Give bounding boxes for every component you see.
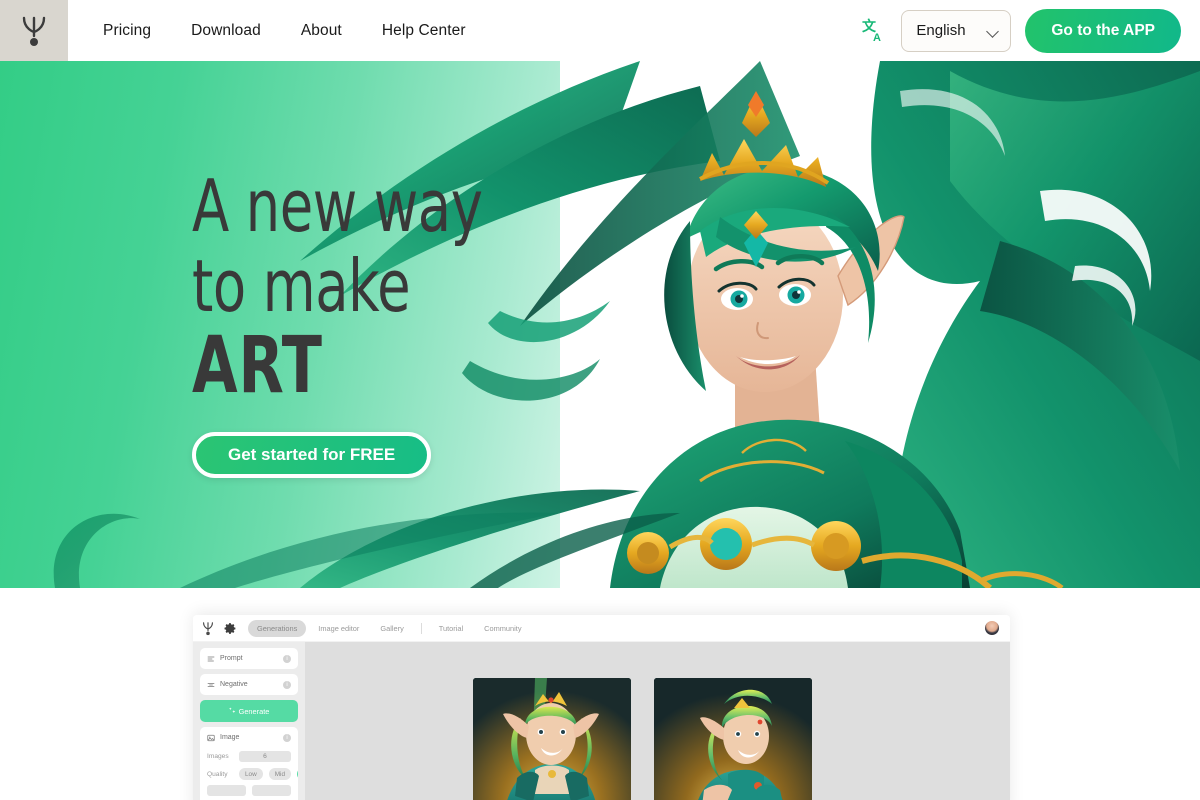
quality-option-mid[interactable]: Mid xyxy=(268,768,292,780)
tab-gallery[interactable]: Gallery xyxy=(371,620,412,637)
prompt-info-icon[interactable]: i xyxy=(283,654,291,663)
app-topbar: Generations Image editor Gallery Tutoria… xyxy=(193,615,1010,642)
header-actions: 文 A English Go to the APP xyxy=(861,8,1200,53)
image-settings-card: Image i Images 6 Quality Low Mid High xyxy=(200,727,298,800)
tab-divider xyxy=(420,622,422,634)
gear-icon[interactable] xyxy=(224,622,237,635)
get-started-button[interactable]: Get started for FREE xyxy=(192,432,432,478)
generated-image-2[interactable] xyxy=(654,678,812,800)
app-tabs: Generations Image editor Gallery Tutoria… xyxy=(248,619,531,637)
images-count-input[interactable]: 6 xyxy=(239,751,291,762)
hero-headline-line2: to make xyxy=(192,244,411,328)
generate-label: Generate xyxy=(238,706,270,716)
translate-icon[interactable]: 文 A xyxy=(861,18,887,44)
setting-placeholder-2[interactable] xyxy=(252,785,291,796)
image-panel-header[interactable]: Image i xyxy=(200,727,298,748)
images-count-row: Images 6 xyxy=(200,748,298,765)
hero-headline-line1: A new way xyxy=(192,164,483,248)
hero-section: A new way to make ART Get started for FR… xyxy=(0,61,1200,588)
site-header: Pricing Download About Help Center 文 A E… xyxy=(0,0,1200,61)
chevron-down-icon xyxy=(988,27,999,34)
hero-headline-line3: ART xyxy=(192,321,323,411)
magic-wand-icon xyxy=(228,706,236,716)
tab-community[interactable]: Community xyxy=(475,620,530,637)
negative-panel[interactable]: Negative i xyxy=(200,674,298,695)
app-trident-logo-icon[interactable] xyxy=(202,621,215,636)
app-body: Prompt i Negative i Generate Image i Ima… xyxy=(193,642,1010,800)
setting-placeholder-1[interactable] xyxy=(207,785,246,796)
negative-info-icon[interactable]: i xyxy=(283,680,291,689)
generated-image-1[interactable] xyxy=(473,678,631,800)
quality-label: Quality xyxy=(207,770,228,778)
avatar[interactable] xyxy=(984,620,1000,636)
tab-generations[interactable]: Generations xyxy=(248,619,307,637)
language-select-value: English xyxy=(916,22,966,39)
app-canvas xyxy=(305,642,1010,800)
hero-cta-wrapper: Get started for FREE xyxy=(192,432,432,478)
go-to-app-button[interactable]: Go to the APP xyxy=(1025,8,1181,53)
nav-item-help-center[interactable]: Help Center xyxy=(362,14,486,48)
main-nav: Pricing Download About Help Center xyxy=(83,14,486,48)
additional-settings-row xyxy=(200,783,298,796)
tab-tutorial[interactable]: Tutorial xyxy=(430,620,472,637)
svg-text:A: A xyxy=(873,32,881,43)
prompt-label: Prompt xyxy=(220,655,243,662)
app-sidebar: Prompt i Negative i Generate Image i Ima… xyxy=(193,642,305,800)
app-window: Generations Image editor Gallery Tutoria… xyxy=(193,615,1010,800)
prompt-panel[interactable]: Prompt i xyxy=(200,648,298,669)
logo-button[interactable] xyxy=(0,0,68,61)
trident-logo-icon xyxy=(21,14,47,48)
quality-row: Quality Low Mid High xyxy=(200,765,298,783)
image-info-icon[interactable]: i xyxy=(283,733,291,742)
minus-lines-icon xyxy=(207,681,215,689)
quality-option-low[interactable]: Low xyxy=(239,768,263,780)
text-lines-icon xyxy=(207,655,215,663)
nav-item-pricing[interactable]: Pricing xyxy=(83,14,171,48)
tab-image-editor[interactable]: Image editor xyxy=(309,620,368,637)
nav-item-about[interactable]: About xyxy=(281,14,362,48)
language-select[interactable]: English xyxy=(901,9,1012,52)
image-label: Image xyxy=(220,734,240,741)
quality-option-high[interactable]: High xyxy=(297,768,298,780)
nav-item-download[interactable]: Download xyxy=(171,14,281,48)
hero-headline: A new way to make ART xyxy=(192,166,612,406)
negative-label: Negative xyxy=(220,681,248,688)
images-count-label: Images xyxy=(207,753,229,760)
picture-icon xyxy=(207,734,215,742)
generate-button[interactable]: Generate xyxy=(200,700,298,722)
app-preview-section: Generations Image editor Gallery Tutoria… xyxy=(0,588,1200,800)
